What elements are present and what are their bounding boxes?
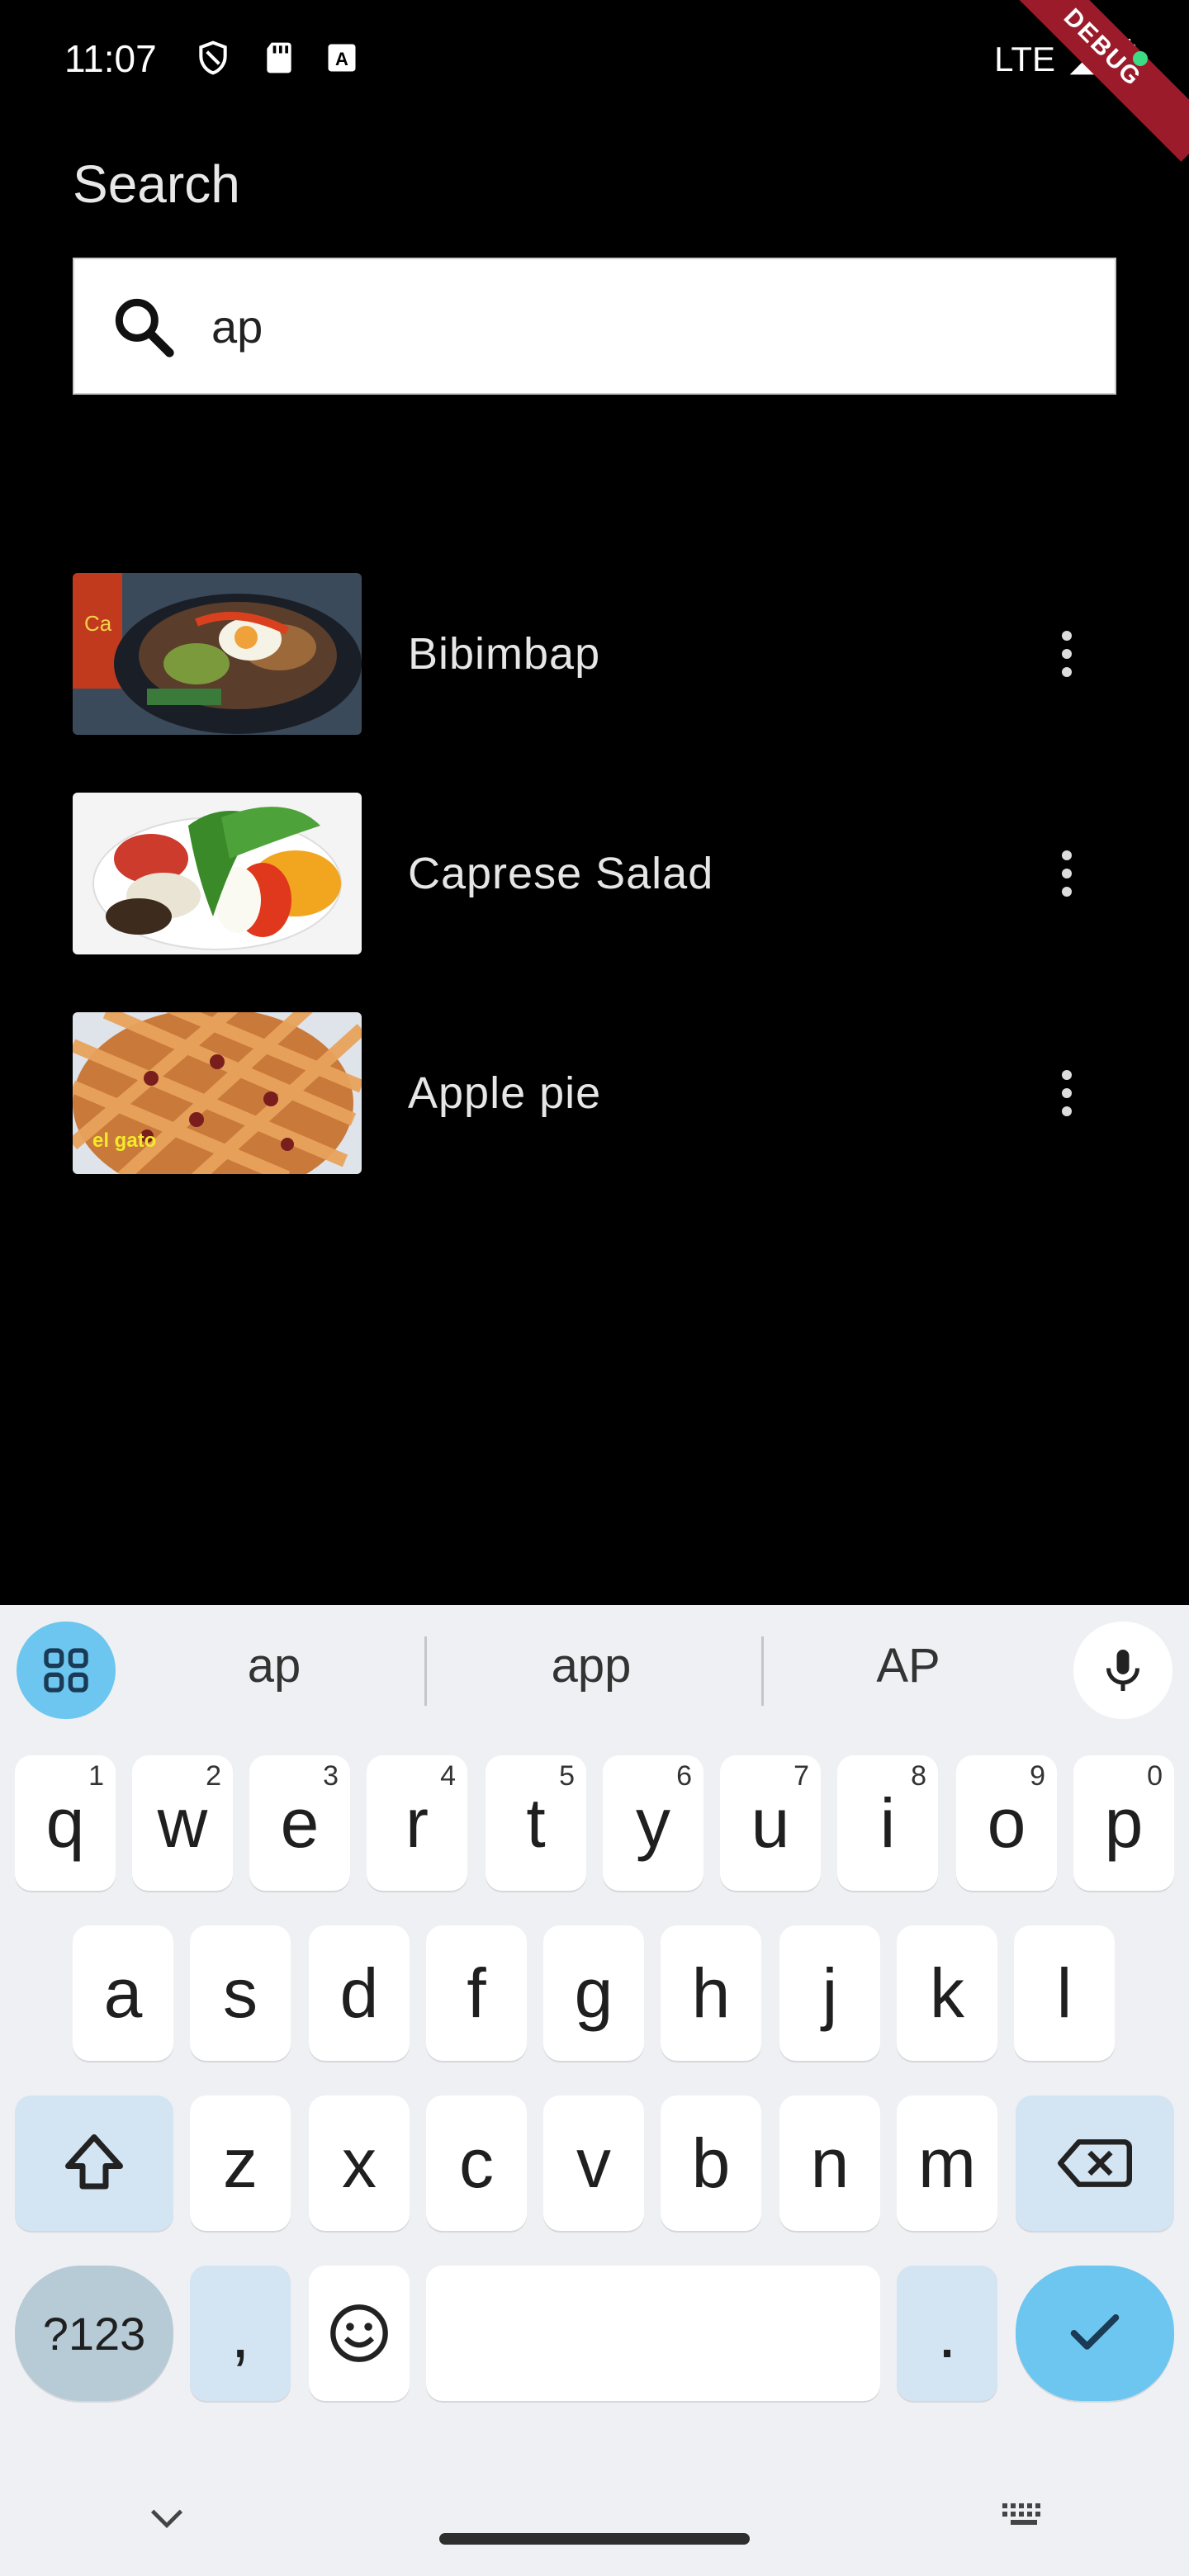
status-time: 11:07 — [64, 37, 157, 80]
privacy-indicator — [1133, 51, 1148, 66]
font-a-icon: A — [328, 44, 356, 72]
key-b[interactable]: b — [661, 2095, 761, 2231]
key-o[interactable]: o9 — [956, 1755, 1057, 1891]
keyboard-apps-button[interactable] — [17, 1622, 116, 1719]
more-vert-icon — [1062, 1070, 1072, 1080]
suggestion-2[interactable]: app — [467, 1638, 715, 1693]
shift-key[interactable] — [15, 2095, 173, 2231]
result-name: Apple pie — [408, 1068, 602, 1118]
keyboard-switch-icon[interactable] — [999, 2500, 1049, 2536]
key-z[interactable]: z — [190, 2095, 291, 2231]
navigation-bar — [0, 2427, 1189, 2576]
status-bar: 11:07 A LTE DEBUG — [0, 0, 1189, 162]
voice-input-button[interactable] — [1073, 1622, 1172, 1719]
apple-pie-caption: el gato — [92, 1129, 157, 1152]
enter-key[interactable] — [1016, 2266, 1174, 2401]
apple-pie-thumbnail: el gato — [73, 1012, 362, 1174]
svg-text:Ca: Ca — [84, 611, 112, 636]
key-x[interactable]: x — [309, 2095, 410, 2231]
key-d[interactable]: d — [309, 1925, 410, 2061]
result-name: Caprese Salad — [408, 849, 714, 898]
search-box[interactable] — [73, 258, 1116, 395]
more-options-button[interactable] — [1042, 1056, 1092, 1130]
key-t[interactable]: t5 — [486, 1755, 586, 1891]
key-w[interactable]: w2 — [132, 1755, 233, 1891]
suggestion-3[interactable]: AP — [784, 1638, 1032, 1693]
search-input[interactable] — [211, 299, 1037, 353]
emoji-key[interactable] — [309, 2266, 410, 2401]
suggestion-divider — [424, 1636, 427, 1706]
key-h[interactable]: h — [661, 1925, 761, 2061]
more-vert-icon — [1062, 631, 1072, 641]
key-k[interactable]: k — [897, 1925, 997, 2061]
key-s[interactable]: s — [190, 1925, 291, 2061]
bibimbap-thumbnail: Ca — [73, 573, 362, 735]
search-icon — [115, 298, 174, 358]
key-r[interactable]: r4 — [367, 1755, 467, 1891]
home-indicator[interactable] — [439, 2533, 750, 2545]
key-a[interactable]: a — [73, 1925, 173, 2061]
period-key[interactable]: . — [897, 2266, 997, 2401]
suggestion-1[interactable]: ap — [150, 1638, 398, 1693]
key-y[interactable]: y6 — [603, 1755, 703, 1891]
space-key[interactable] — [426, 2266, 880, 2401]
comma-key[interactable]: , — [190, 2266, 291, 2401]
list-item[interactable]: Ca Bibimbap — [73, 573, 1116, 735]
symbols-key[interactable]: ?123 — [15, 2266, 173, 2401]
svg-text:A: A — [335, 49, 348, 69]
key-m[interactable]: m — [897, 2095, 997, 2231]
shield-icon — [199, 40, 227, 75]
sd-card-icon — [267, 42, 291, 73]
microphone-icon — [1106, 1650, 1139, 1691]
more-vert-icon — [1062, 850, 1072, 860]
key-f[interactable]: f — [426, 1925, 527, 2061]
list-item[interactable]: Caprese Salad — [73, 793, 1116, 954]
key-u[interactable]: u7 — [720, 1755, 821, 1891]
key-j[interactable]: j — [779, 1925, 880, 2061]
more-options-button[interactable] — [1042, 836, 1092, 911]
emoji-icon — [330, 2304, 388, 2362]
key-e[interactable]: e3 — [249, 1755, 350, 1891]
key-v[interactable]: v — [543, 2095, 644, 2231]
key-p[interactable]: p0 — [1073, 1755, 1174, 1891]
result-name: Bibimbap — [408, 629, 601, 679]
key-c[interactable]: c — [426, 2095, 527, 2231]
key-q[interactable]: q1 — [15, 1755, 116, 1891]
key-g[interactable]: g — [543, 1925, 644, 2061]
key-n[interactable]: n — [779, 2095, 880, 2231]
backspace-key[interactable] — [1016, 2095, 1174, 2231]
suggestion-divider — [761, 1636, 764, 1706]
network-type: LTE — [994, 40, 1055, 78]
caprese-salad-thumbnail — [73, 793, 362, 954]
backspace-icon — [1058, 2139, 1132, 2187]
results-list: Ca Bibimbap Caprese Salad el gato Apple … — [73, 573, 1116, 1232]
shift-icon — [65, 2134, 123, 2190]
page-title: Search — [73, 154, 240, 214]
hide-keyboard-icon[interactable] — [145, 2502, 188, 2535]
key-l[interactable]: l — [1014, 1925, 1115, 2061]
suggestion-bar: ap app AP — [0, 1605, 1189, 1719]
more-options-button[interactable] — [1042, 617, 1092, 691]
check-icon — [1070, 2314, 1120, 2350]
key-i[interactable]: i8 — [837, 1755, 938, 1891]
list-item[interactable]: el gato Apple pie — [73, 1012, 1116, 1174]
grid-icon — [44, 1648, 88, 1693]
